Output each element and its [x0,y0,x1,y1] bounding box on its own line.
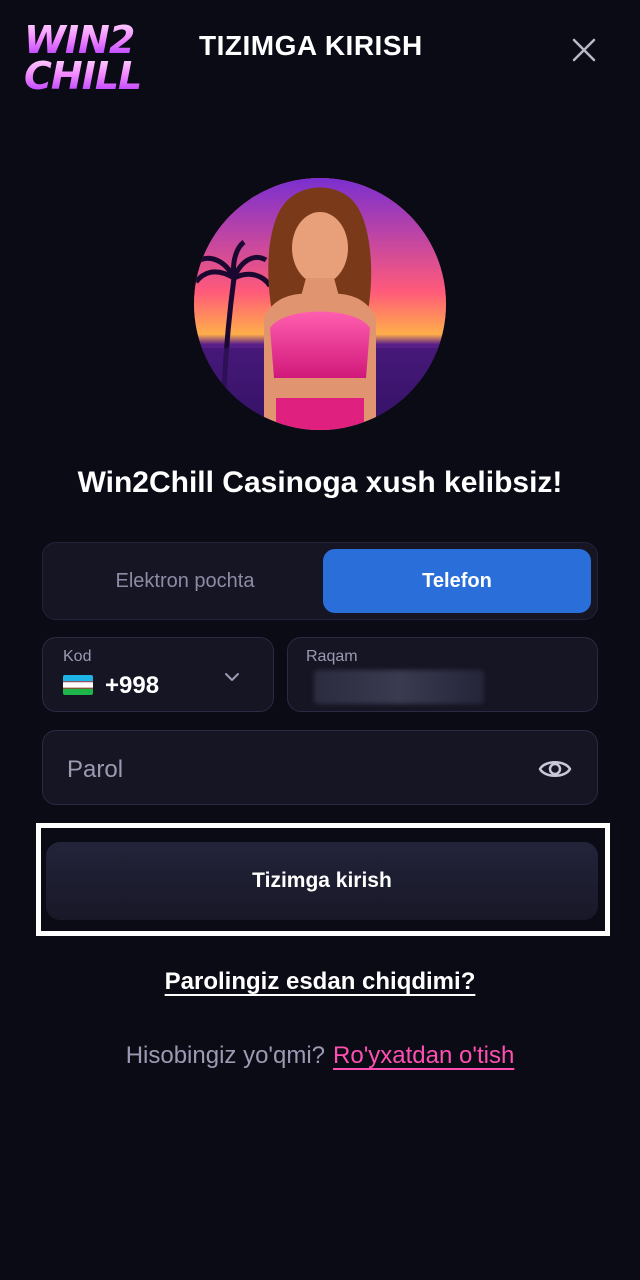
password-field [42,730,598,805]
logo-line-2: CHILL [24,54,142,98]
chevron-down-icon [221,666,243,688]
register-link[interactable]: Ro'yxatdan o'tish [333,1042,514,1069]
login-modal: WIN2 CHILL TIZIMGA KIRISH Win2Chill Casi… [0,0,640,1280]
eye-icon[interactable] [537,751,573,787]
page-title: TIZIMGA KIRISH [199,30,423,61]
password-input[interactable] [65,749,509,791]
win2chill-logo[interactable]: WIN2 CHILL [24,20,150,96]
tab-email[interactable]: Elektron pochta [49,549,321,613]
number-label: Raqam [306,648,358,665]
country-code-value: +998 [105,672,160,699]
close-icon[interactable] [566,32,602,68]
register-row: Hisobingiz yo'qmi? Ro'yxatdan o'tish [0,1042,640,1070]
register-prompt: Hisobingiz yo'qmi? [125,1042,326,1069]
tab-phone[interactable]: Telefon [323,549,591,613]
forgot-password-link[interactable]: Parolingiz esdan chiqdimi? [165,968,476,995]
login-method-tabs: Elektron pochta Telefon [42,542,598,620]
welcome-avatar-image [194,178,446,430]
forgot-password-row: Parolingiz esdan chiqdimi? [0,968,640,996]
login-submit-button[interactable]: Tizimga kirish [46,842,598,920]
phone-number-field[interactable]: Raqam [287,637,598,712]
welcome-heading: Win2Chill Casinoga xush kelibsiz! [77,466,563,499]
uzbekistan-flag-icon [63,675,93,695]
country-code-select[interactable]: Kod +998 [42,637,274,712]
code-label: Kod [63,648,92,665]
logo-line-1: WIN2 [24,18,135,62]
phone-number-value-blurred [314,670,484,704]
